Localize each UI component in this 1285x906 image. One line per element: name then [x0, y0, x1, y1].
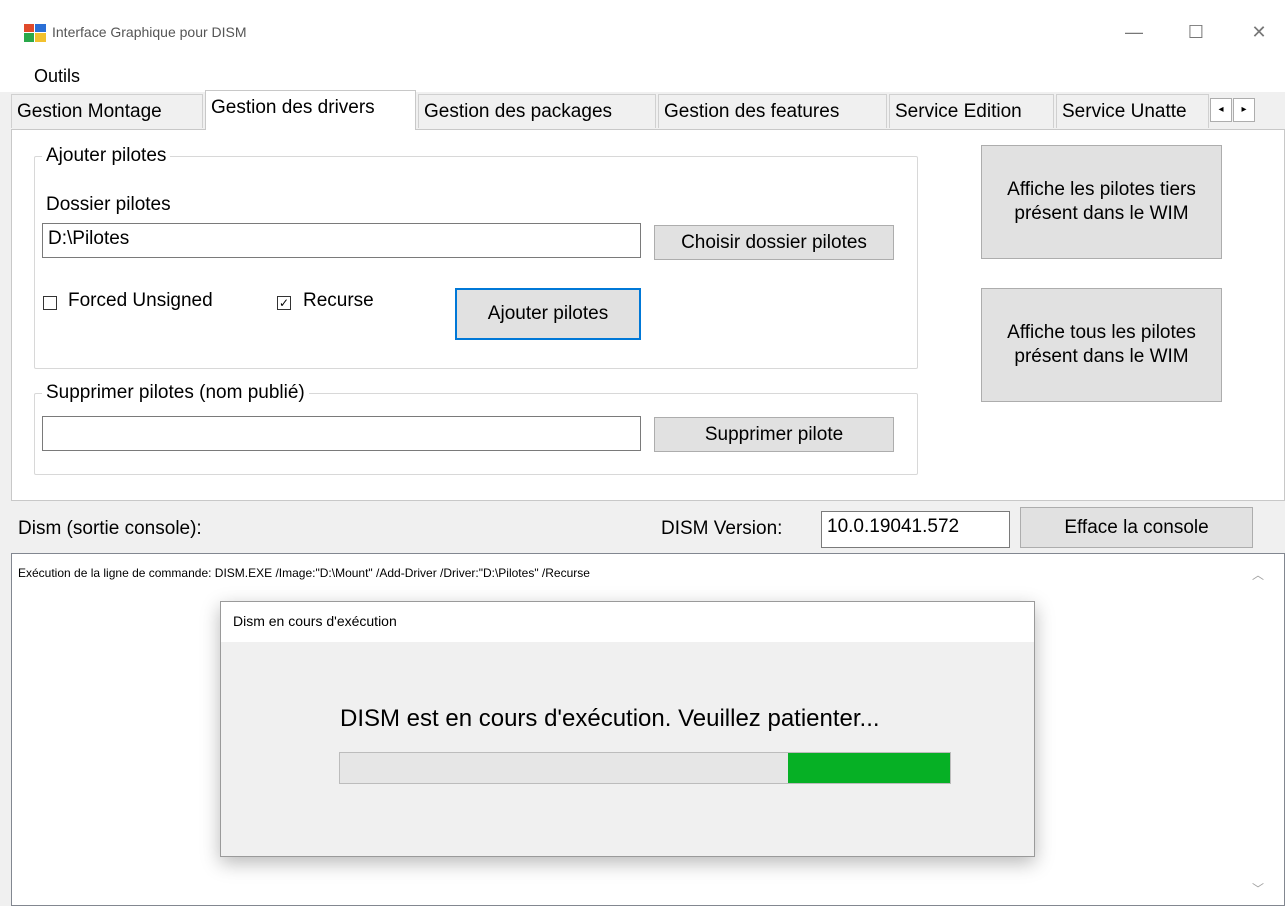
- clear-console-button[interactable]: Efface la console: [1020, 507, 1253, 548]
- scroll-down-icon[interactable]: ﹀: [1248, 880, 1268, 897]
- console-label: Dism (sortie console):: [18, 518, 202, 539]
- driver-folder-input[interactable]: D:\Pilotes: [42, 223, 641, 258]
- dialog-title: Dism en cours d'exécution: [233, 613, 397, 629]
- driver-folder-label: Dossier pilotes: [46, 194, 171, 215]
- tab-service-edition[interactable]: Service Edition: [889, 94, 1054, 128]
- tab-gestion-packages[interactable]: Gestion des packages: [418, 94, 656, 128]
- progress-bar-fill: [788, 753, 950, 783]
- console-scrollbar[interactable]: [1244, 554, 1284, 905]
- remove-driver-button[interactable]: Supprimer pilote: [654, 417, 894, 452]
- window-title: Interface Graphique pour DISM: [52, 24, 247, 40]
- show-all-drivers-button[interactable]: Affiche tous les pilotes présent dans le…: [981, 288, 1222, 402]
- add-drivers-group-label: Ajouter pilotes: [42, 145, 171, 167]
- forced-unsigned-label: Forced Unsigned: [68, 290, 213, 311]
- app-window-icon: [24, 24, 46, 42]
- minimize-button[interactable]: —: [1111, 16, 1157, 48]
- choose-folder-button[interactable]: Choisir dossier pilotes: [654, 225, 894, 260]
- dism-version-label: DISM Version:: [661, 518, 783, 539]
- add-drivers-button[interactable]: Ajouter pilotes: [455, 288, 641, 340]
- menu-item-outils[interactable]: Outils: [34, 66, 80, 87]
- dialog-message: DISM est en cours d'exécution. Veuillez …: [340, 705, 880, 732]
- tab-scroll-right-icon[interactable]: ▸: [1233, 98, 1255, 122]
- published-name-input[interactable]: [42, 416, 641, 451]
- tab-scroll-left-icon[interactable]: ◂: [1210, 98, 1232, 122]
- recurse-checkbox[interactable]: ✓: [277, 296, 291, 310]
- close-button[interactable]: ✕: [1236, 16, 1282, 48]
- forced-unsigned-checkbox[interactable]: [43, 296, 57, 310]
- remove-drivers-group-label: Supprimer pilotes (nom publié): [42, 382, 309, 404]
- recurse-label: Recurse: [303, 290, 374, 311]
- tab-gestion-montage[interactable]: Gestion Montage: [11, 94, 203, 128]
- tab-gestion-features[interactable]: Gestion des features: [658, 94, 887, 128]
- progress-bar: [339, 752, 951, 784]
- menu-bar: [0, 62, 1285, 92]
- show-third-party-drivers-button[interactable]: Affiche les pilotes tiers présent dans l…: [981, 145, 1222, 259]
- dism-version-field[interactable]: 10.0.19041.572: [821, 511, 1010, 548]
- maximize-button[interactable]: ☐: [1173, 16, 1219, 48]
- tab-gestion-drivers[interactable]: Gestion des drivers: [205, 90, 416, 130]
- console-output-text: Exécution de la ligne de commande: DISM.…: [18, 566, 590, 580]
- checkmark-icon: ✓: [278, 296, 290, 310]
- scroll-up-icon[interactable]: ︿: [1248, 566, 1268, 583]
- tab-service-unattend[interactable]: Service Unatte: [1056, 94, 1209, 128]
